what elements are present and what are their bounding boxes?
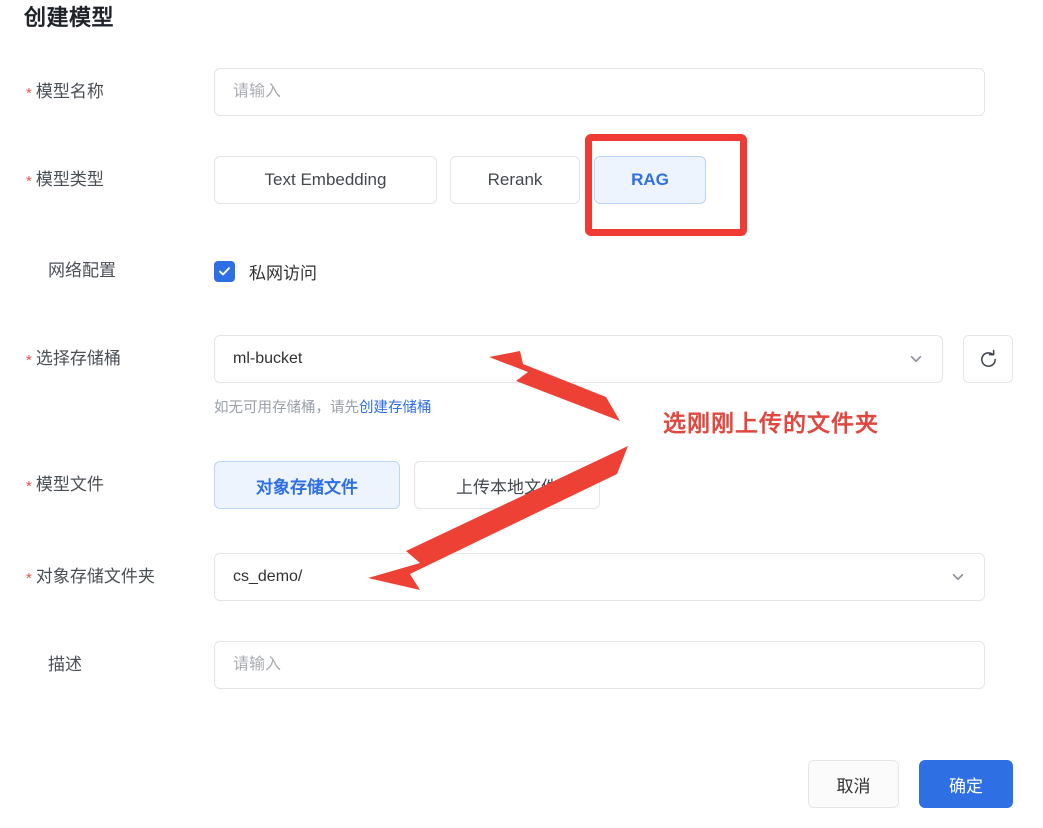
option-label: Rerank bbox=[487, 170, 543, 189]
label-model-name: * 模型名称 bbox=[26, 81, 201, 104]
label-description: 描述 bbox=[48, 655, 82, 674]
label-object-folder: * 对象存储文件夹 bbox=[26, 566, 201, 589]
refresh-buckets-button[interactable] bbox=[963, 335, 1013, 383]
label-text: 模型类型 bbox=[35, 170, 104, 189]
object-folder-select[interactable]: cs_demo/ bbox=[214, 553, 985, 601]
option-label: 对象存储文件 bbox=[256, 477, 358, 497]
required-asterisk: * bbox=[26, 85, 32, 102]
refresh-icon bbox=[978, 349, 999, 370]
option-label: RAG bbox=[631, 170, 669, 189]
model-type-option-text-embedding[interactable]: Text Embedding bbox=[214, 156, 437, 204]
required-asterisk: * bbox=[26, 352, 32, 369]
create-bucket-link[interactable]: 创建存储桶 bbox=[359, 400, 432, 416]
option-label: 上传本地文件 bbox=[456, 477, 558, 497]
required-asterisk: * bbox=[26, 570, 32, 587]
model-file-option-local-upload[interactable]: 上传本地文件 bbox=[414, 461, 600, 509]
option-label: Text Embedding bbox=[264, 170, 387, 189]
label-text: 模型文件 bbox=[35, 475, 104, 494]
chevron-down-icon bbox=[950, 569, 966, 585]
bucket-select-value: ml-bucket bbox=[233, 350, 303, 367]
description-input[interactable] bbox=[214, 641, 985, 689]
confirm-button-label: 确定 bbox=[949, 776, 983, 796]
required-asterisk: * bbox=[26, 478, 32, 495]
helper-prefix: 如无可用存储桶，请先 bbox=[214, 400, 359, 416]
model-type-option-rag[interactable]: RAG bbox=[594, 156, 706, 204]
private-network-checkbox[interactable]: 私网访问 bbox=[214, 259, 317, 284]
object-folder-select-value: cs_demo/ bbox=[233, 568, 303, 585]
page-title: 创建模型 bbox=[24, 5, 115, 30]
label-bucket: * 选择存储桶 bbox=[26, 348, 201, 371]
required-asterisk: * bbox=[26, 173, 32, 190]
label-model-file: * 模型文件 bbox=[26, 474, 201, 497]
annotation-note-text: 选刚刚上传的文件夹 bbox=[663, 410, 879, 436]
label-network-config: 网络配置 bbox=[48, 261, 116, 280]
checkbox-label: 私网访问 bbox=[249, 264, 317, 283]
annotation-overlay: 选刚刚上传的文件夹 bbox=[0, 0, 1043, 828]
checkbox-checked-icon bbox=[214, 261, 235, 282]
model-name-input[interactable] bbox=[214, 68, 985, 116]
model-file-option-object-storage[interactable]: 对象存储文件 bbox=[214, 461, 400, 509]
bucket-select[interactable]: ml-bucket bbox=[214, 335, 943, 383]
cancel-button[interactable]: 取消 bbox=[808, 760, 899, 808]
label-model-type: * 模型类型 bbox=[26, 169, 201, 192]
annotation-arrows bbox=[368, 351, 628, 590]
label-text: 模型名称 bbox=[35, 82, 104, 101]
confirm-button[interactable]: 确定 bbox=[919, 760, 1013, 808]
label-text: 对象存储文件夹 bbox=[35, 567, 155, 586]
cancel-button-label: 取消 bbox=[836, 776, 871, 796]
label-text: 选择存储桶 bbox=[35, 349, 121, 368]
model-type-option-rerank[interactable]: Rerank bbox=[450, 156, 580, 204]
chevron-down-icon bbox=[908, 351, 924, 367]
bucket-helper-text: 如无可用存储桶，请先创建存储桶 bbox=[214, 396, 432, 417]
